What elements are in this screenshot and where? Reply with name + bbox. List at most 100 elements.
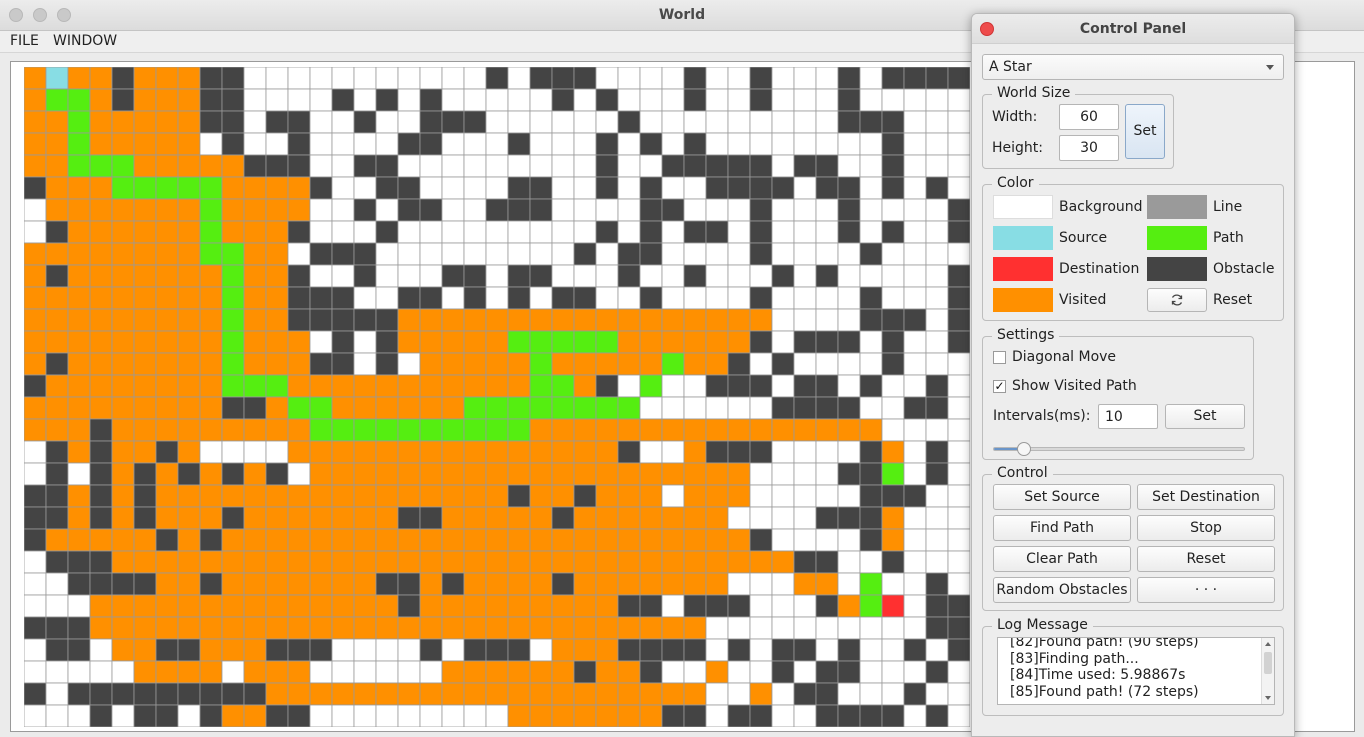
grid-cell[interactable] — [89, 374, 113, 398]
grid-cell[interactable] — [287, 286, 311, 310]
grid-cell[interactable] — [441, 572, 465, 596]
grid-cell[interactable] — [221, 88, 245, 112]
grid-cell[interactable] — [551, 572, 575, 596]
grid-cell[interactable] — [485, 594, 509, 618]
grid-cell[interactable] — [441, 704, 465, 727]
grid-cell[interactable] — [727, 462, 751, 486]
grid-cell[interactable] — [881, 528, 905, 552]
grid-cell[interactable] — [221, 660, 245, 684]
grid-cell[interactable] — [661, 176, 685, 200]
grid-cell[interactable] — [639, 682, 663, 706]
grid-cell[interactable] — [595, 528, 619, 552]
grid-cell[interactable] — [485, 132, 509, 156]
grid-cell[interactable] — [177, 67, 201, 90]
grid-cell[interactable] — [265, 374, 289, 398]
grid-cell[interactable] — [947, 154, 970, 178]
grid-cell[interactable] — [661, 660, 685, 684]
grid-cell[interactable] — [133, 682, 157, 706]
grid-cell[interactable] — [287, 704, 311, 727]
grid-cell[interactable] — [419, 528, 443, 552]
grid-cell[interactable] — [837, 132, 861, 156]
grid-cell[interactable] — [419, 286, 443, 310]
grid-cell[interactable] — [573, 704, 597, 727]
diagonal-move-checkbox[interactable] — [993, 351, 1006, 364]
grid-cell[interactable] — [661, 638, 685, 662]
grid-cell[interactable] — [287, 484, 311, 508]
grid-cell[interactable] — [309, 396, 333, 420]
grid-cell[interactable] — [155, 550, 179, 574]
grid-cell[interactable] — [793, 572, 817, 596]
grid-cell[interactable] — [859, 594, 883, 618]
grid-cell[interactable] — [397, 418, 421, 442]
grid-cell[interactable] — [199, 374, 223, 398]
grid-cell[interactable] — [45, 308, 69, 332]
grid-cell[interactable] — [683, 462, 707, 486]
grid-cell[interactable] — [353, 242, 377, 266]
grid-cell[interactable] — [551, 660, 575, 684]
grid-cell[interactable] — [331, 264, 355, 288]
grid-cell[interactable] — [45, 220, 69, 244]
grid-cell[interactable] — [89, 616, 113, 640]
grid-cell[interactable] — [331, 88, 355, 112]
grid-cell[interactable] — [199, 154, 223, 178]
grid-cell[interactable] — [24, 550, 47, 574]
grid-cell[interactable] — [595, 396, 619, 420]
grid-cell[interactable] — [111, 440, 135, 464]
show-visited-label[interactable]: Show Visited Path — [1012, 378, 1137, 394]
grid-cell[interactable] — [617, 396, 641, 420]
grid-cell[interactable] — [199, 264, 223, 288]
grid-cell[interactable] — [529, 110, 553, 134]
grid-cell[interactable] — [727, 396, 751, 420]
grid-cell[interactable] — [529, 418, 553, 442]
grid-cell[interactable] — [903, 484, 927, 508]
grid-cell[interactable] — [771, 176, 795, 200]
grid-cell[interactable] — [859, 616, 883, 640]
grid-cell[interactable] — [287, 242, 311, 266]
grid-cell[interactable] — [89, 286, 113, 310]
grid-cell[interactable] — [111, 616, 135, 640]
grid-cell[interactable] — [485, 67, 509, 90]
grid-cell[interactable] — [155, 704, 179, 727]
grid-cell[interactable] — [221, 594, 245, 618]
grid-cell[interactable] — [661, 616, 685, 640]
grid-cell[interactable] — [287, 176, 311, 200]
grid-cell[interactable] — [595, 286, 619, 310]
grid-cell[interactable] — [947, 594, 970, 618]
grid-cell[interactable] — [573, 132, 597, 156]
grid-cell[interactable] — [67, 176, 91, 200]
grid-cell[interactable] — [177, 660, 201, 684]
background-color-swatch[interactable] — [993, 195, 1053, 219]
grid-cell[interactable] — [837, 682, 861, 706]
grid-cell[interactable] — [243, 67, 267, 90]
grid-cell[interactable] — [309, 88, 333, 112]
grid-cell[interactable] — [89, 572, 113, 596]
grid-cell[interactable] — [881, 154, 905, 178]
grid-cell[interactable] — [67, 506, 91, 530]
grid-cell[interactable] — [837, 704, 861, 727]
grid-cell[interactable] — [705, 67, 729, 90]
grid-cell[interactable] — [903, 242, 927, 266]
grid-cell[interactable] — [749, 638, 773, 662]
grid-cell[interactable] — [243, 528, 267, 552]
grid-cell[interactable] — [925, 484, 949, 508]
grid-cell[interactable] — [243, 484, 267, 508]
grid-cell[interactable] — [859, 638, 883, 662]
grid-cell[interactable] — [133, 506, 157, 530]
grid-cell[interactable] — [639, 286, 663, 310]
grid-cell[interactable] — [771, 67, 795, 90]
grid-cell[interactable] — [243, 374, 267, 398]
grid-cell[interactable] — [265, 176, 289, 200]
grid-cell[interactable] — [661, 682, 685, 706]
slider-handle[interactable] — [1017, 442, 1031, 456]
grid-cell[interactable] — [331, 616, 355, 640]
grid-cell[interactable] — [287, 682, 311, 706]
grid-cell[interactable] — [639, 506, 663, 530]
grid-cell[interactable] — [573, 506, 597, 530]
grid-cell[interactable] — [243, 396, 267, 420]
grid-cell[interactable] — [221, 132, 245, 156]
grid-cell[interactable] — [419, 616, 443, 640]
grid-cell[interactable] — [485, 616, 509, 640]
visited-color-swatch[interactable] — [993, 288, 1053, 312]
grid-cell[interactable] — [837, 550, 861, 574]
grid-cell[interactable] — [837, 660, 861, 684]
